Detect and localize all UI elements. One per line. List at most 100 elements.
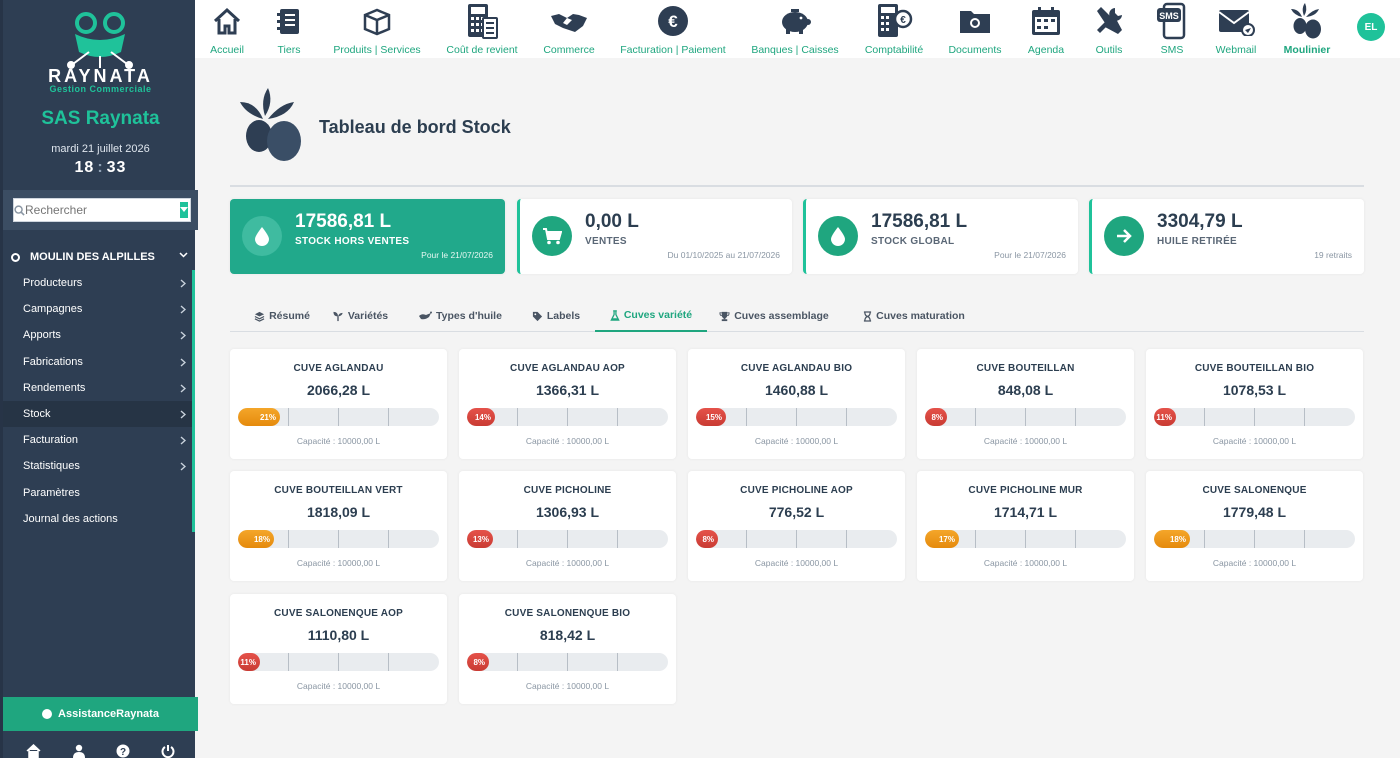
tank-fill-level: 8%: [696, 530, 718, 548]
sidebar-item-campagnes[interactable]: Campagnes: [3, 296, 192, 322]
nav-label: Banques | Caisses: [751, 44, 839, 56]
euro-icon: €: [657, 0, 689, 42]
tank-card[interactable]: CUVE PICHOLINE AOP 776,52 L 8% Capacité : 1…: [688, 471, 905, 581]
tab-types-d-huile[interactable]: Types d'huile: [408, 300, 512, 332]
tank-card[interactable]: CUVE BOUTEILLAN 848,08 L 8% Capacité : 1000…: [917, 349, 1134, 459]
sidebar-item-statistiques[interactable]: Statistiques: [3, 453, 192, 479]
header-divider: [230, 185, 1364, 187]
handshake-icon: [549, 0, 589, 42]
tank-name: CUVE SALONENQUE: [1202, 485, 1307, 496]
sidebar-item-fabrications[interactable]: Fabrications: [3, 349, 192, 375]
drop-icon: [242, 216, 282, 256]
company-name: SAS Raynata: [41, 108, 160, 129]
tank-card[interactable]: CUVE BOUTEILLAN BIO 1078,53 L 11% Capacité …: [1146, 349, 1363, 459]
tank-fill-percent: 18%: [253, 534, 270, 544]
sidebar-item-label: Journal des actions: [23, 512, 118, 525]
cart-icon: [532, 216, 572, 256]
stat-card-ventes[interactable]: 0,00 L VENTES Du 01/10/2025 au 21/07/2026: [517, 199, 792, 274]
page-title: Tableau de bord Stock: [319, 117, 511, 137]
tank-volume: 1110,80 L: [307, 627, 370, 643]
stat-card-stock-hors-ventes[interactable]: 17586,81 L STOCK HORS VENTES Pour le 21/07…: [230, 199, 505, 274]
radio-icon: [11, 252, 20, 262]
power-icon[interactable]: [161, 744, 175, 758]
accounting-icon: €: [874, 0, 914, 42]
tank-fill-level: 8%: [925, 408, 947, 426]
sidebar-item-stock[interactable]: Stock: [3, 400, 192, 428]
stat-card-stock-global[interactable]: 17586,81 L STOCK GLOBAL Pour le 21/07/2026: [803, 199, 1078, 274]
tank-fill-bar: 17%: [925, 530, 1126, 548]
sidebar-item-apports[interactable]: Apports: [3, 322, 192, 348]
chevron-right-icon: [180, 305, 187, 317]
sidebar-item-label: Producteurs: [23, 277, 83, 290]
tank-fill-percent: 13%: [472, 534, 489, 544]
tank-volume: 1306,93 L: [535, 504, 600, 520]
help-icon[interactable]: ?: [116, 744, 130, 758]
tank-name: CUVE BOUTEILLAN VERT: [274, 485, 403, 496]
sidebar-item-producteurs[interactable]: Producteurs: [3, 270, 192, 296]
sidebar-item-label: Stock: [23, 408, 51, 421]
nav-produits-services[interactable]: Produits | Services: [317, 0, 437, 58]
stat-label: VENTES: [585, 236, 627, 247]
bar-tick: [288, 408, 289, 426]
sidebar-menu: Producteurs Campagnes Apports Fabrications R…: [3, 270, 195, 532]
bar-tick: [1304, 408, 1305, 426]
nav-label: Moulinier: [1283, 44, 1331, 56]
tank-capacity: Capacité : 10000,00 L: [296, 558, 381, 568]
hourglass-icon: [863, 310, 872, 322]
sidebar-item-facturation[interactable]: Facturation: [3, 427, 192, 453]
nav-facturation-paiement[interactable]: € Facturation | Paiement: [613, 0, 733, 58]
mill-group-header[interactable]: MOULIN DES ALPILLES: [3, 246, 198, 268]
top-navigation: Accueil Tiers Produits | Services Coût de r…: [195, 0, 1400, 58]
bar-tick: [746, 530, 747, 548]
tab-cuves-maturation[interactable]: Cuves maturation: [854, 300, 974, 332]
chevron-right-icon: [180, 384, 187, 396]
tank-card[interactable]: CUVE PICHOLINE MUR 1714,71 L 17% Capacité :…: [917, 471, 1134, 581]
sidebar-item-label: Apports: [23, 329, 61, 342]
user-avatar[interactable]: EL: [1357, 13, 1385, 41]
search-input[interactable]: [25, 200, 180, 220]
bar-tick: [1075, 408, 1076, 426]
current-time: 18:33: [74, 159, 127, 176]
olive-branch-icon: [240, 88, 301, 161]
bar-tick: [1025, 408, 1026, 426]
bar-tick: [846, 408, 847, 426]
bar-tick: [567, 408, 568, 426]
tab-vari-t-s[interactable]: Variétés: [322, 300, 398, 332]
tank-card[interactable]: CUVE SALONENQUE AOP 1110,80 L 11% Capacité …: [230, 594, 447, 704]
assistance-button[interactable]: AssistanceRaynata: [3, 697, 198, 731]
tank-fill-percent: 11%: [240, 657, 256, 667]
tank-card[interactable]: CUVE AGLANDAU 2066,28 L 21% Capacité : 1000…: [230, 349, 447, 459]
nav-moulinier[interactable]: Moulinier: [1247, 0, 1367, 58]
nav-commerce[interactable]: Commerce: [509, 0, 629, 58]
sidebar-item-rendements[interactable]: Rendements: [3, 375, 192, 401]
user-icon[interactable]: [72, 744, 86, 758]
tab-cuves-assemblage[interactable]: Cuves assemblage: [714, 300, 834, 332]
search-dropdown-button[interactable]: [180, 202, 188, 218]
tab-label: Cuves variété: [623, 309, 693, 321]
tank-card[interactable]: CUVE AGLANDAU BIO 1460,88 L 15% Capacité : …: [688, 349, 905, 459]
tank-capacity: Capacité : 10000,00 L: [296, 681, 381, 691]
stat-card-huile-retir-e[interactable]: 3304,79 L HUILE RETIRÉE 19 retraits: [1089, 199, 1364, 274]
sidebar-item-param-tres[interactable]: Paramètres: [3, 480, 192, 506]
home-icon[interactable]: [26, 743, 41, 758]
tank-card[interactable]: CUVE PICHOLINE 1306,93 L 13% Capacité : 100…: [459, 471, 676, 581]
tank-fill-percent: 11%: [1156, 412, 1172, 422]
tank-card[interactable]: CUVE SALONENQUE BIO 818,42 L 8% Capacité : …: [459, 594, 676, 704]
tank-name: CUVE BOUTEILLAN: [976, 363, 1075, 374]
sprout-icon: [332, 311, 344, 322]
tank-card[interactable]: CUVE BOUTEILLAN VERT 1818,09 L 18% Capacité…: [230, 471, 447, 581]
layers-icon: [254, 311, 265, 322]
drop-icon: [818, 216, 858, 256]
tab-r-sum-[interactable]: Résumé: [238, 300, 326, 332]
bar-tick: [796, 530, 797, 548]
tab-cuves-vari-t-[interactable]: Cuves variété: [595, 300, 707, 332]
tank-card[interactable]: CUVE AGLANDAU AOP 1366,31 L 14% Capacité : …: [459, 349, 676, 459]
sidebar-item-journal-des-actions[interactable]: Journal des actions: [3, 506, 192, 532]
tab-labels[interactable]: Labels: [522, 300, 590, 332]
bar-tick: [388, 530, 389, 548]
svg-text:€: €: [668, 12, 678, 31]
tank-card[interactable]: CUVE SALONENQUE 1779,48 L 18% Capacité : 10…: [1146, 471, 1363, 581]
tank-capacity: Capacité : 10000,00 L: [983, 558, 1068, 568]
tank-fill-level: 8%: [467, 653, 489, 671]
tank-volume: 1078,53 L: [1222, 382, 1287, 398]
